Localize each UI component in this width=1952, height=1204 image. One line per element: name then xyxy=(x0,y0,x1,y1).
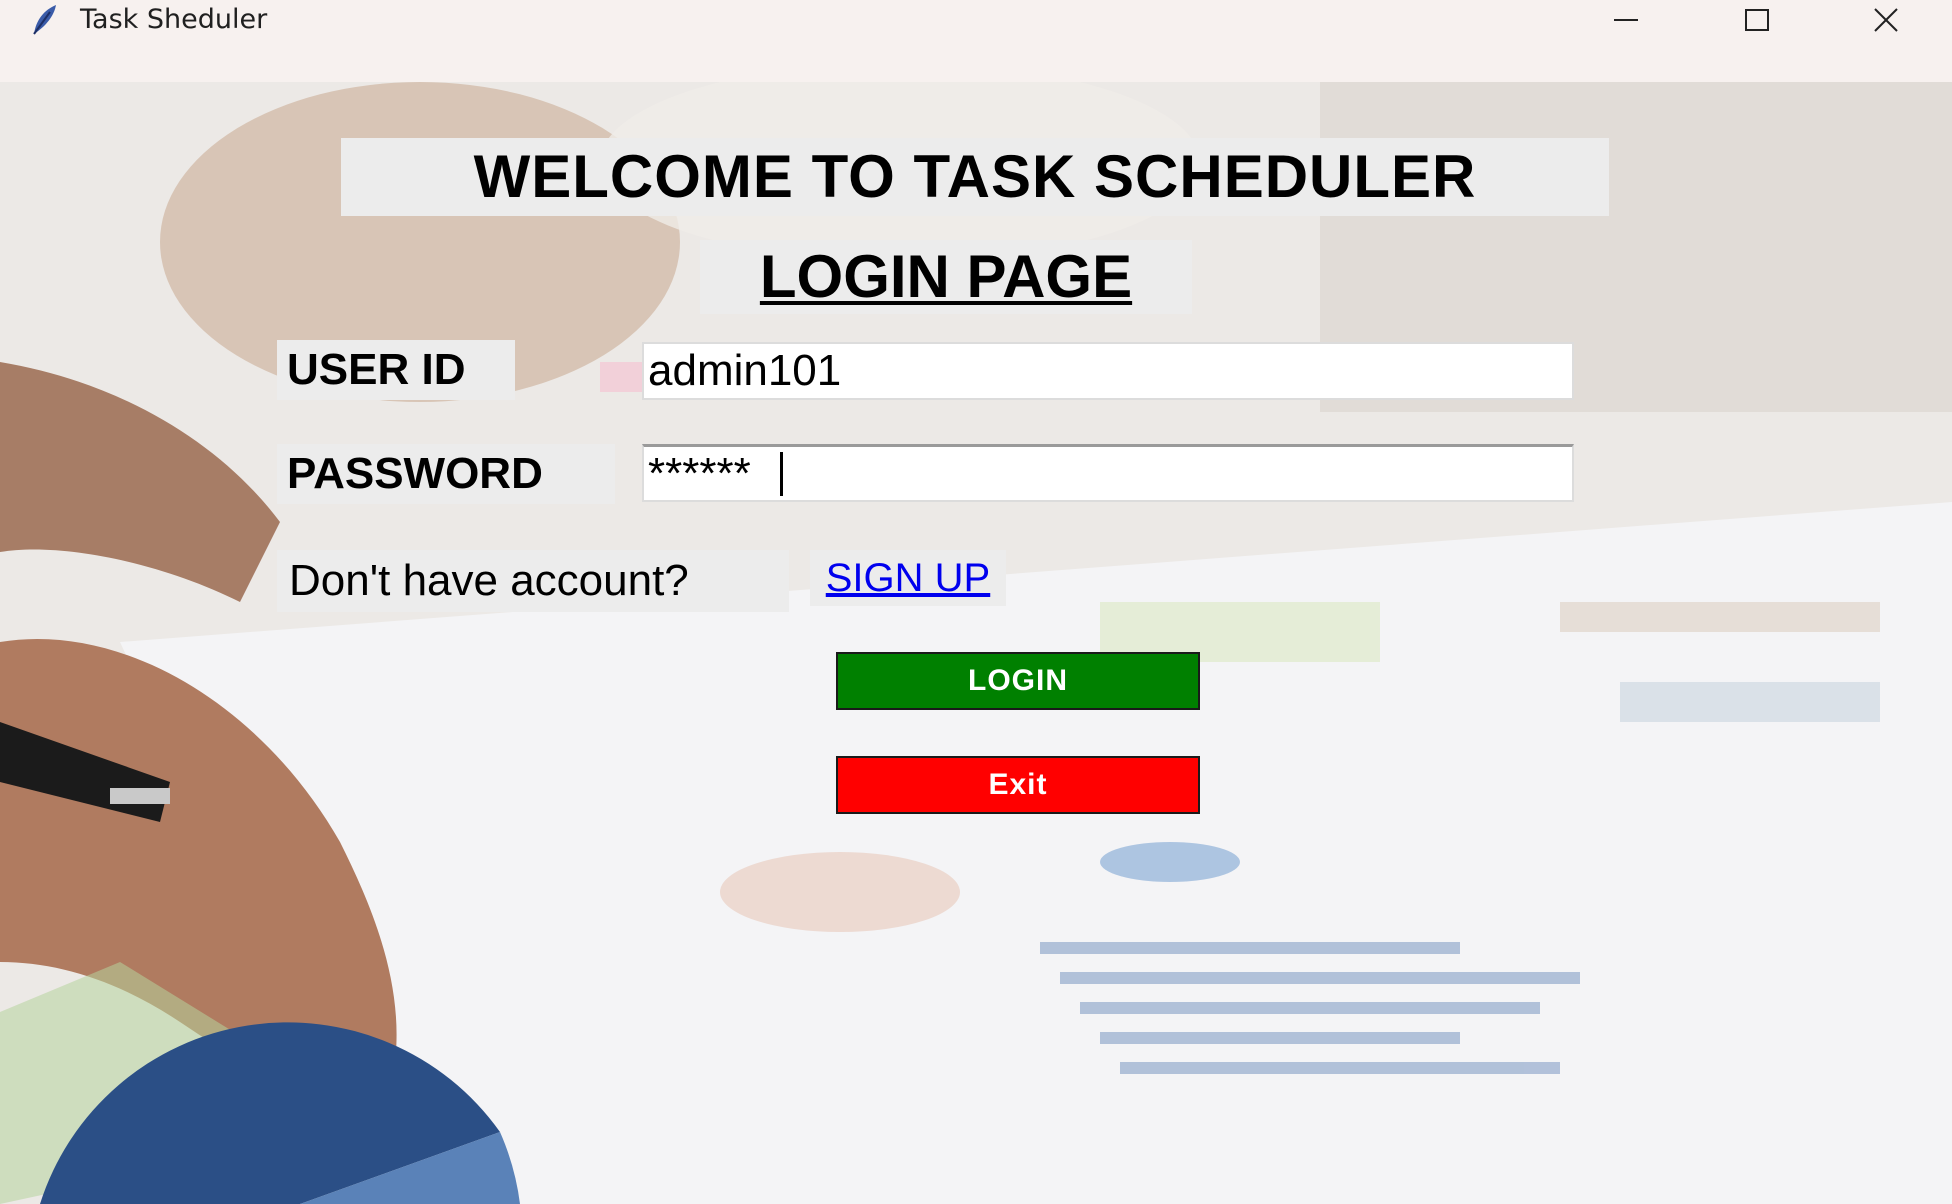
maximize-icon xyxy=(1745,9,1769,31)
window-title: Task Sheduler xyxy=(80,4,268,35)
password-label: PASSWORD xyxy=(277,444,615,504)
close-icon xyxy=(1874,8,1898,32)
minimize-button[interactable] xyxy=(1566,0,1686,40)
exit-button[interactable]: Exit xyxy=(836,756,1200,814)
welcome-heading: WELCOME TO TASK SCHEDULER xyxy=(341,138,1609,216)
login-button[interactable]: LOGIN xyxy=(836,652,1200,710)
user-id-input[interactable] xyxy=(642,342,1574,400)
close-button[interactable] xyxy=(1826,0,1946,40)
user-id-label: USER ID xyxy=(277,340,515,400)
maximize-button[interactable] xyxy=(1696,0,1816,40)
login-window-content: WELCOME TO TASK SCHEDULER LOGIN PAGE USE… xyxy=(0,82,1952,1204)
text-cursor xyxy=(780,452,783,496)
feather-icon xyxy=(33,5,56,35)
signup-link[interactable]: SIGN UP xyxy=(810,550,1006,606)
minimize-icon xyxy=(1614,19,1638,21)
title-bar: Task Sheduler xyxy=(0,0,1952,82)
no-account-text: Don't have account? xyxy=(277,550,789,612)
login-page-heading: LOGIN PAGE xyxy=(700,240,1192,314)
